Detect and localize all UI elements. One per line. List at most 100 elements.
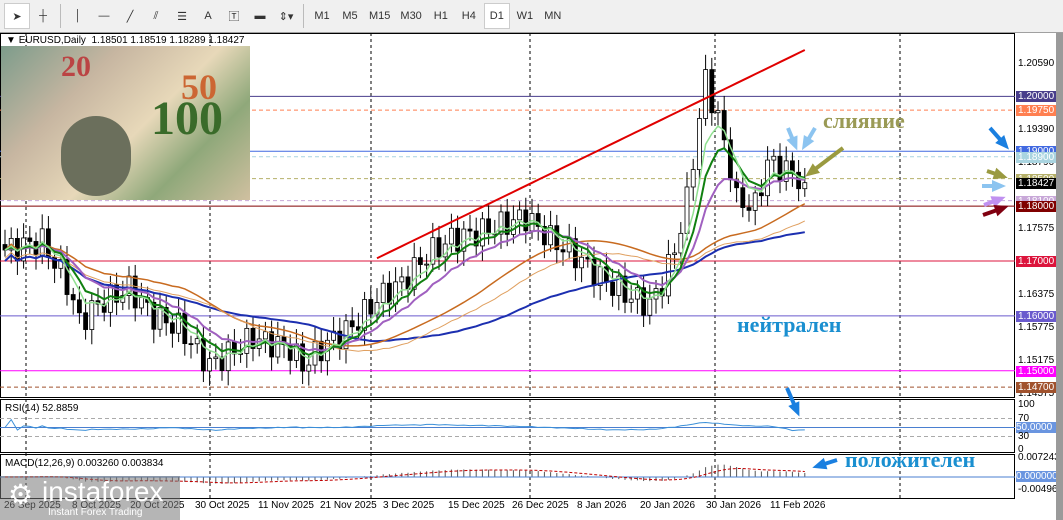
candle-body xyxy=(486,218,492,235)
candle-body xyxy=(523,209,529,232)
candle-body xyxy=(715,110,721,114)
candle-body xyxy=(467,228,473,232)
timeframe-m5[interactable]: M5 xyxy=(337,3,363,29)
price-level-label: 1.16000 xyxy=(1016,310,1056,322)
candle-body xyxy=(479,218,485,247)
price-tick: 1.17575 xyxy=(1018,223,1055,235)
candle-body xyxy=(579,256,584,269)
chart-header: ▼ EURUSD,Daily 1.18501 1.18519 1.18289 1… xyxy=(6,35,245,46)
candle-body xyxy=(752,192,758,211)
candle-body xyxy=(169,322,175,334)
candle-body xyxy=(368,299,374,315)
candle-body xyxy=(436,237,442,258)
date-label: 11 Nov 2025 xyxy=(258,500,314,511)
price-level-label: 1.18427 xyxy=(1016,177,1056,189)
crosshair-tool-button[interactable]: ┼ xyxy=(30,3,56,29)
fibonacci-retracement-tool-button[interactable]: ☰ xyxy=(169,3,195,29)
candle-body xyxy=(765,159,770,197)
timeframe-mn[interactable]: MN xyxy=(540,3,566,29)
candle-body xyxy=(771,155,777,161)
timeframe-d1[interactable]: D1 xyxy=(483,3,510,29)
annotation-positive: положителен xyxy=(845,447,976,472)
timeframe-m1[interactable]: M1 xyxy=(309,3,335,29)
vertical-line-icon: │ xyxy=(74,10,82,22)
gear-logo-icon: ⚙ xyxy=(8,479,34,510)
date-label: 30 Jan 2026 xyxy=(706,500,762,511)
price-level-label: 1.18000 xyxy=(1016,201,1056,213)
candle-body xyxy=(517,209,522,221)
timeframe-m30[interactable]: M30 xyxy=(396,3,425,29)
arrow-lb-1-head xyxy=(786,135,798,151)
arrow-positive-head xyxy=(812,457,828,470)
text-tool-button[interactable]: A xyxy=(195,3,221,29)
rectangle-tool-button[interactable]: ▬ xyxy=(247,3,273,29)
candle-body xyxy=(777,155,783,182)
candle-body xyxy=(362,299,368,331)
candle-body xyxy=(672,252,677,255)
rsi-tick: 30 xyxy=(1018,430,1030,442)
candle-body xyxy=(697,118,702,171)
candle-body xyxy=(690,169,696,188)
candle-body xyxy=(27,237,33,242)
candle-body xyxy=(83,312,88,330)
candle-body xyxy=(207,358,213,372)
candle-body xyxy=(89,300,95,330)
candle-body xyxy=(225,341,231,372)
low: 1.18289 xyxy=(169,35,206,46)
price-level-label: 1.20000 xyxy=(1016,91,1056,103)
timeframe-h4[interactable]: H4 xyxy=(456,3,482,29)
fibonacci-fan-tool-button[interactable]: ⫽ xyxy=(143,3,169,29)
text-icon: A xyxy=(204,10,212,22)
candle-body xyxy=(46,228,51,258)
candle-body xyxy=(628,298,634,303)
price-tick: 1.15175 xyxy=(1018,355,1055,367)
arrow-maroon-head xyxy=(993,204,1009,217)
candle-body xyxy=(70,294,76,301)
vertical-line-tool-button[interactable]: │ xyxy=(65,3,91,29)
trendline-tool-button[interactable]: ╱ xyxy=(117,3,143,29)
candle-body xyxy=(684,186,690,234)
timeframe-h1[interactable]: H1 xyxy=(428,3,454,29)
text-label-tool-button[interactable]: 🅃 xyxy=(221,3,247,29)
date-label: 20 Jan 2026 xyxy=(640,500,696,511)
candle-body xyxy=(610,281,615,296)
candle-body xyxy=(188,343,194,346)
high: 1.18519 xyxy=(130,35,167,46)
candle-body xyxy=(77,299,82,314)
timeframe-m15[interactable]: M15 xyxy=(365,3,394,29)
candle-body xyxy=(393,281,399,305)
rsi-tick: 100 xyxy=(1018,399,1035,410)
candle-body xyxy=(275,336,281,358)
candle-body xyxy=(759,192,764,197)
macd-label: MACD(12,26,9) 0.003260 0.003834 xyxy=(5,458,164,469)
horizontal-line-tool-button[interactable]: — xyxy=(91,3,117,29)
horizontal-line-icon: — xyxy=(98,10,110,22)
candle-body xyxy=(560,249,566,253)
price-level-label: 1.15000 xyxy=(1016,365,1056,377)
annotation-neutral: нейтрален xyxy=(737,312,842,337)
banknotes-image: 20 50 100 xyxy=(1,46,250,200)
price-tick: 1.15775 xyxy=(1018,322,1055,334)
arrows-tool-button[interactable]: ⇕▾ xyxy=(273,3,299,29)
candle-body xyxy=(380,282,386,303)
scrollbar[interactable] xyxy=(1056,33,1063,520)
cursor-tool-button[interactable]: ➤ xyxy=(4,3,30,29)
candle-body xyxy=(231,341,237,355)
arrow-olive-head xyxy=(992,167,1008,180)
annotation-merge: слияние xyxy=(823,108,905,133)
open: 1.18501 xyxy=(91,35,128,46)
price-level-label: 1.17000 xyxy=(1016,255,1056,267)
brand: instaforex xyxy=(42,476,164,507)
date-label: 8 Jan 2026 xyxy=(577,500,627,511)
candle-body xyxy=(213,356,219,360)
timeframe-w1[interactable]: W1 xyxy=(512,3,538,29)
date-label: 15 Dec 2025 xyxy=(448,500,505,511)
macd-tick: 0.000000 xyxy=(1016,471,1058,482)
candle-body xyxy=(306,364,312,372)
fibonacci-fan-icon: ⫽ xyxy=(153,9,159,22)
instaforex-watermark: ⚙ instaforex Instant Forex Trading xyxy=(0,476,180,520)
candle-body xyxy=(653,288,659,300)
candle-body xyxy=(703,69,708,119)
candle-body xyxy=(262,331,268,340)
price-level-label: 1.19750 xyxy=(1016,105,1056,117)
